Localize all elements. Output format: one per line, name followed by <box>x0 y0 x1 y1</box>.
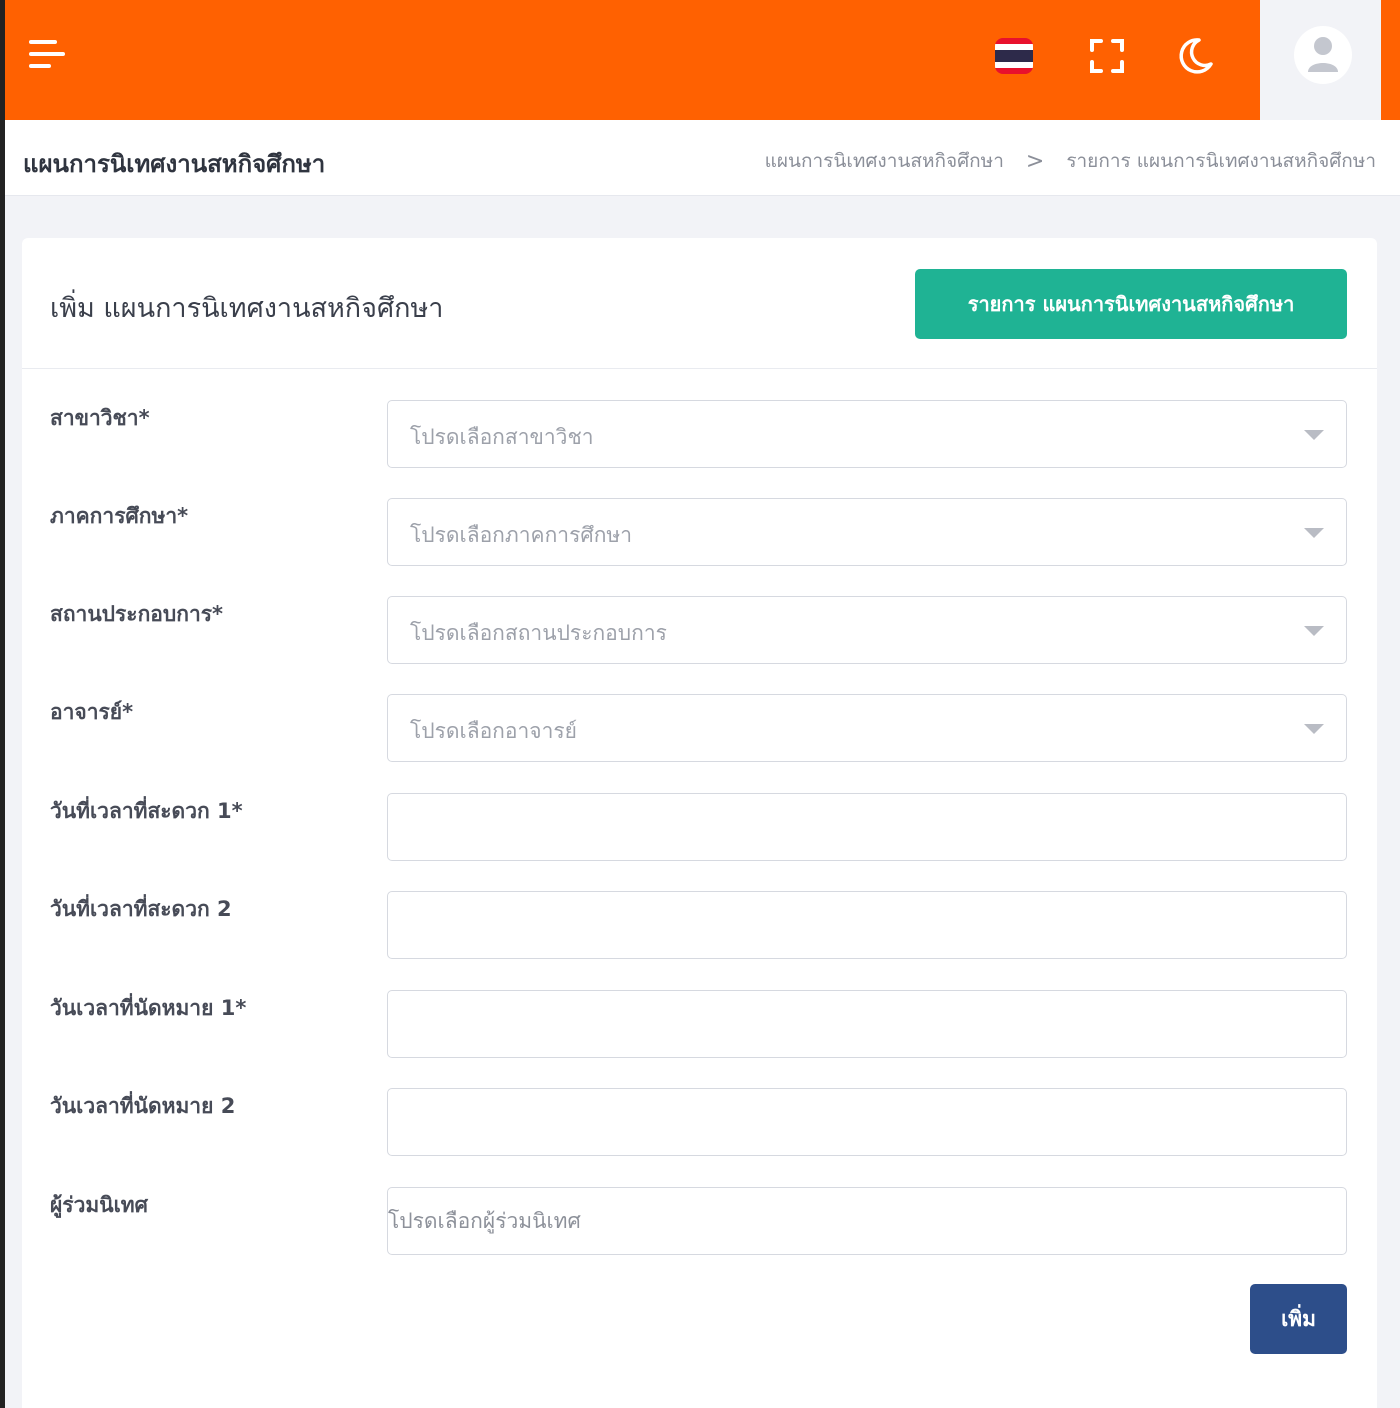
form-row-appointment-1: วันเวลาที่นัดหมาย 1* <box>22 990 1377 1060</box>
form-row-co-supervisor: ผู้ร่วมนิเทศ <box>22 1187 1377 1257</box>
thai-flag-icon[interactable] <box>995 38 1033 74</box>
semester-label: ภาคการศึกษา* <box>50 504 189 528</box>
company-select-placeholder: โปรดเลือกสถานประกอบการ <box>410 621 667 645</box>
form-row-teacher: อาจารย์* โปรดเลือกอาจารย์ <box>22 694 1377 764</box>
card-title: เพิ่ม แผนการนิเทศงานสหกิจศึกษา <box>50 293 444 324</box>
appointment-datetime-1-label: วันเวลาที่นัดหมาย 1* <box>50 996 247 1020</box>
form-row-company: สถานประกอบการ* โปรดเลือกสถานประกอบการ <box>22 596 1377 666</box>
major-select-placeholder: โปรดเลือกสาขาวิชา <box>410 425 594 449</box>
window-edge <box>0 0 5 1408</box>
co-supervisor-tag-input[interactable] <box>387 1187 1347 1255</box>
caret-down-icon <box>1304 528 1324 538</box>
form-row-appointment-2: วันเวลาที่นัดหมาย 2 <box>22 1088 1377 1158</box>
page-title: แผนการนิเทศงานสหกิจศึกษา <box>23 150 326 178</box>
convenient-datetime-2-label: วันที่เวลาที่สะดวก 2 <box>50 897 232 921</box>
caret-down-icon <box>1304 626 1324 636</box>
convenient-datetime-1-label: วันที่เวลาที่สะดวก 1* <box>50 799 243 823</box>
top-navbar <box>5 0 1400 120</box>
major-select[interactable]: โปรดเลือกสาขาวิชา <box>387 400 1347 468</box>
breadcrumb: แผนการนิเทศงานสหกิจศึกษา > รายการ แผนการ… <box>765 146 1376 176</box>
card-header: เพิ่ม แผนการนิเทศงานสหกิจศึกษา รายการ แผ… <box>22 238 1377 369</box>
add-submit-button[interactable]: เพิ่ม <box>1250 1284 1347 1354</box>
form-card: เพิ่ม แผนการนิเทศงานสหกิจศึกษา รายการ แผ… <box>22 238 1377 1408</box>
breadcrumb-current: รายการ แผนการนิเทศงานสหกิจศึกษา <box>1066 150 1376 172</box>
breadcrumb-home-link[interactable]: แผนการนิเทศงานสหกิจศึกษา <box>765 146 1004 176</box>
semester-select-placeholder: โปรดเลือกภาคการศึกษา <box>410 523 633 547</box>
company-label: สถานประกอบการ* <box>50 602 223 626</box>
semester-select[interactable]: โปรดเลือกภาคการศึกษา <box>387 498 1347 566</box>
teacher-select[interactable]: โปรดเลือกอาจารย์ <box>387 694 1347 762</box>
appointment-datetime-2-label: วันเวลาที่นัดหมาย 2 <box>50 1094 236 1118</box>
user-avatar-icon[interactable] <box>1294 26 1352 84</box>
appointment-datetime-1-input[interactable] <box>387 990 1347 1058</box>
form-row-convenient-1: วันที่เวลาที่สะดวก 1* <box>22 793 1377 863</box>
form-row-convenient-2: วันที่เวลาที่สะดวก 2 <box>22 891 1377 961</box>
form-row-major: สาขาวิชา* โปรดเลือกสาขาวิชา <box>22 400 1377 470</box>
fullscreen-icon[interactable] <box>1087 36 1127 76</box>
page-header: แผนการนิเทศงานสหกิจศึกษา แผนการนิเทศงานส… <box>5 120 1400 196</box>
co-supervisor-label: ผู้ร่วมนิเทศ <box>50 1193 148 1217</box>
moon-icon[interactable] <box>1173 34 1217 78</box>
form-row-semester: ภาคการศึกษา* โปรดเลือกภาคการศึกษา <box>22 498 1377 568</box>
user-menu[interactable] <box>1260 0 1381 120</box>
teacher-label: อาจารย์* <box>50 700 134 724</box>
caret-down-icon <box>1304 430 1324 440</box>
major-label: สาขาวิชา* <box>50 406 150 430</box>
chevron-right-icon: > <box>1025 148 1045 174</box>
convenient-datetime-1-input[interactable] <box>387 793 1347 861</box>
teacher-select-placeholder: โปรดเลือกอาจารย์ <box>410 719 577 743</box>
caret-down-icon <box>1304 724 1324 734</box>
hamburger-menu-icon[interactable] <box>29 36 73 76</box>
list-plans-button[interactable]: รายการ แผนการนิเทศงานสหกิจศึกษา <box>915 269 1347 339</box>
convenient-datetime-2-input[interactable] <box>387 891 1347 959</box>
appointment-datetime-2-input[interactable] <box>387 1088 1347 1156</box>
company-select[interactable]: โปรดเลือกสถานประกอบการ <box>387 596 1347 664</box>
